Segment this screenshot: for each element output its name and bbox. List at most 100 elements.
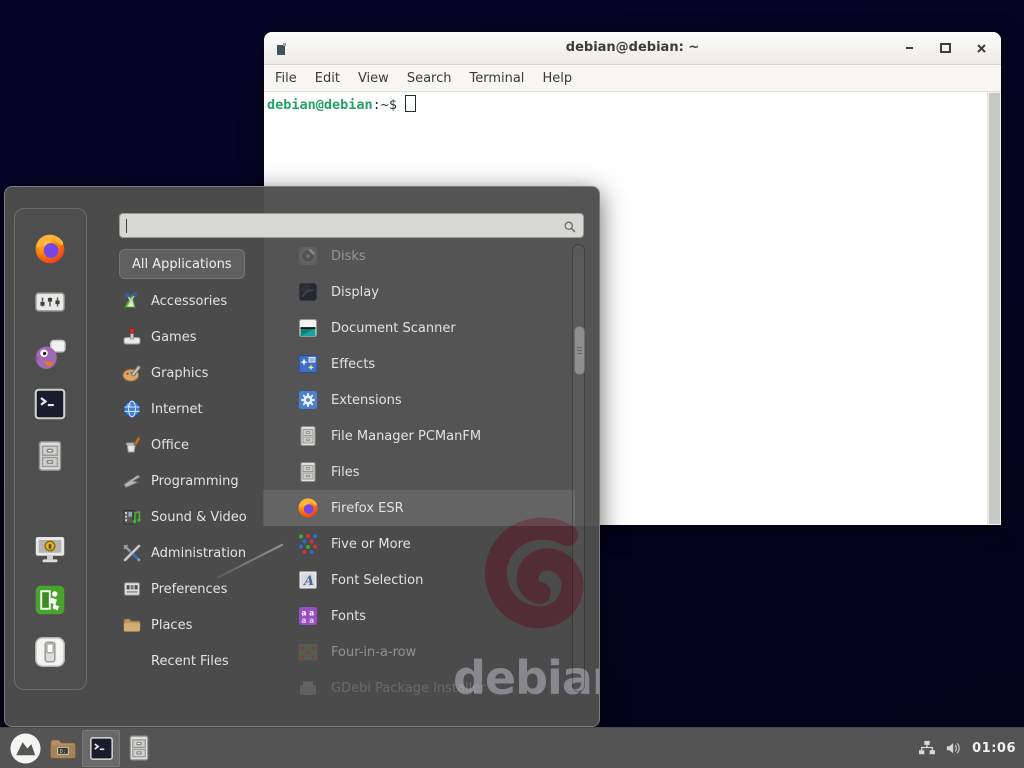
- search-input[interactable]: [119, 213, 584, 238]
- prompt-user-host: debian@debian: [267, 97, 373, 113]
- lock-screen-icon: [32, 531, 68, 567]
- app-item-extensions[interactable]: Extensions: [263, 382, 575, 418]
- app-item-label: Extensions: [331, 393, 402, 408]
- app-item-five-or-more[interactable]: Five or More: [263, 526, 575, 562]
- accessories-icon: [122, 291, 142, 311]
- shutdown-icon: [32, 634, 68, 670]
- favorite-log-out-button[interactable]: [32, 582, 68, 618]
- app-item-label: Files: [331, 465, 360, 480]
- desktop: debian@debian: ~ FileEditViewSearchTermi…: [0, 0, 1024, 768]
- app-item-gdebi-package-installer[interactable]: GDebi Package Installer: [263, 670, 575, 706]
- app-item-display[interactable]: Display: [263, 274, 575, 310]
- terminal-menu-edit[interactable]: Edit: [306, 71, 349, 86]
- blank-icon: [122, 651, 142, 671]
- log-out-icon: [32, 582, 68, 618]
- maximize-button[interactable]: [939, 42, 951, 54]
- app-item-font-selection[interactable]: AFont Selection: [263, 562, 575, 598]
- games-icon: [122, 327, 142, 347]
- category-label: Places: [151, 618, 192, 633]
- svg-text:a a: a a: [301, 616, 314, 625]
- favorite-firefox-button[interactable]: [32, 231, 68, 267]
- terminal-menu-search[interactable]: Search: [398, 71, 461, 86]
- taskbar: D: 01:06: [0, 727, 1024, 768]
- document-scanner-icon: [296, 316, 320, 340]
- app-item-fonts[interactable]: a a a aFonts: [263, 598, 575, 634]
- terminal-menu-view[interactable]: View: [349, 71, 398, 86]
- control-center-icon: [32, 284, 68, 320]
- display-icon: [296, 280, 320, 304]
- app-item-label: File Manager PCManFM: [331, 429, 481, 444]
- category-games[interactable]: Games: [117, 319, 267, 355]
- favorite-shutdown-button[interactable]: [32, 634, 68, 670]
- taskbar-clock[interactable]: 01:06: [972, 741, 1016, 756]
- window-controls: [903, 32, 987, 64]
- category-graphics[interactable]: Graphics: [117, 355, 267, 391]
- menu-app-list: Disks Display Document Scanner Effects E…: [263, 238, 575, 706]
- category-places[interactable]: Places: [117, 607, 267, 643]
- category-label: Office: [151, 438, 189, 453]
- taskbar-desktop-folder-button[interactable]: D:: [44, 730, 82, 767]
- app-list-scrollbar[interactable]: [572, 244, 585, 692]
- minimize-button[interactable]: [903, 42, 915, 54]
- volume-icon[interactable]: [945, 740, 963, 756]
- app-item-four-in-a-row[interactable]: Four-in-a-row: [263, 634, 575, 670]
- app-item-label: Effects: [331, 357, 375, 372]
- terminal-menu-terminal[interactable]: Terminal: [460, 71, 533, 86]
- app-item-file-manager-pcmanfm[interactable]: File Manager PCManFM: [263, 418, 575, 454]
- app-list-scrollbar-thumb[interactable]: [574, 326, 585, 375]
- firefox-icon: [32, 231, 68, 267]
- category-recent-files[interactable]: Recent Files: [117, 643, 267, 679]
- terminal-icon: [32, 386, 68, 422]
- file-manager-icon: [296, 460, 320, 484]
- network-icon[interactable]: [918, 740, 936, 756]
- terminal-menu-file[interactable]: File: [266, 71, 306, 86]
- window-title: debian@debian: ~: [264, 32, 1001, 64]
- terminal-scrollbar[interactable]: [987, 92, 1001, 525]
- favorite-terminal-button[interactable]: [32, 386, 68, 422]
- taskbar-launchers: D:: [0, 730, 158, 767]
- app-item-label: Document Scanner: [331, 321, 456, 336]
- favorite-lock-screen-button[interactable]: [32, 531, 68, 567]
- category-programming[interactable]: Programming: [117, 463, 267, 499]
- category-label: Recent Files: [151, 654, 229, 669]
- sound-video-icon: [122, 507, 142, 527]
- app-item-disks[interactable]: Disks: [263, 238, 575, 274]
- taskbar-file-manager-button[interactable]: [120, 730, 158, 767]
- close-button[interactable]: [975, 42, 987, 54]
- taskbar-terminal-active-button[interactable]: [82, 730, 120, 767]
- file-manager-icon: [296, 424, 320, 448]
- category-label: Internet: [151, 402, 203, 417]
- category-all-applications[interactable]: All Applications: [119, 249, 245, 279]
- category-label: Administration: [151, 546, 246, 561]
- category-label: Programming: [151, 474, 239, 489]
- terminal-menu-help[interactable]: Help: [533, 71, 581, 86]
- four-in-a-row-icon: [296, 640, 320, 664]
- cinnamon-menu-icon: [9, 732, 42, 765]
- firefox-icon: [296, 496, 320, 520]
- app-item-effects[interactable]: Effects: [263, 346, 575, 382]
- category-preferences[interactable]: Preferences: [117, 571, 267, 607]
- places-icon: [122, 615, 142, 635]
- favorite-pidgin-button[interactable]: [32, 336, 68, 372]
- extensions-icon: [296, 388, 320, 412]
- category-label: Accessories: [151, 294, 227, 309]
- taskbar-tray: 01:06: [918, 740, 1024, 756]
- pidgin-icon: [32, 336, 68, 372]
- favorite-control-center-button[interactable]: [32, 284, 68, 320]
- app-item-document-scanner[interactable]: Document Scanner: [263, 310, 575, 346]
- disks-icon: [296, 244, 320, 268]
- shell-prompt: debian@debian:~$: [267, 95, 416, 113]
- category-office[interactable]: Office: [117, 427, 267, 463]
- category-accessories[interactable]: Accessories: [117, 283, 267, 319]
- effects-icon: [296, 352, 320, 376]
- category-sound-video[interactable]: Sound & Video: [117, 499, 267, 535]
- category-internet[interactable]: Internet: [117, 391, 267, 427]
- terminal-scrollbar-thumb[interactable]: [989, 93, 1000, 524]
- taskbar-cinnamon-menu-button[interactable]: [6, 730, 44, 767]
- font-selection-icon: A: [296, 568, 320, 592]
- app-item-files[interactable]: Files: [263, 454, 575, 490]
- terminal-titlebar[interactable]: debian@debian: ~: [264, 32, 1001, 65]
- app-item-firefox-esr[interactable]: Firefox ESR: [263, 490, 575, 526]
- favorite-file-manager-button[interactable]: [32, 438, 68, 474]
- category-administration[interactable]: Administration: [117, 535, 267, 571]
